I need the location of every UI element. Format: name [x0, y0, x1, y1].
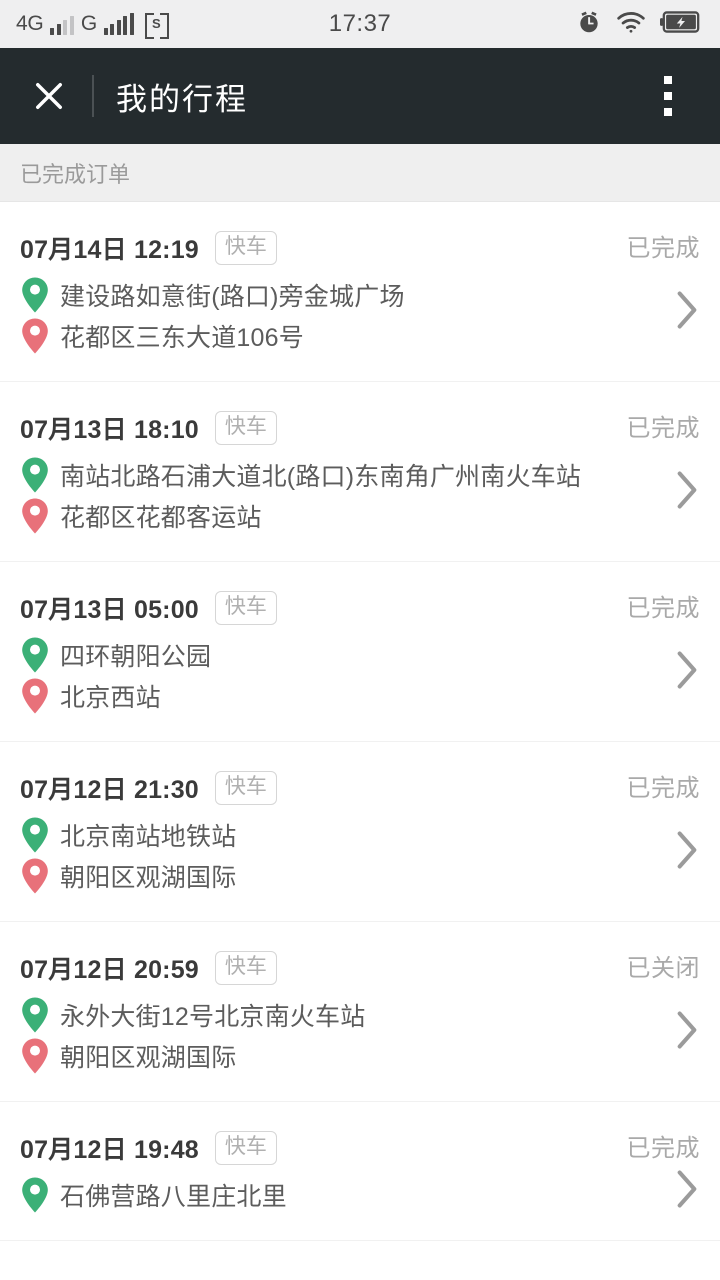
chevron-right-icon[interactable]: [674, 1167, 700, 1211]
wifi-icon: [616, 10, 646, 39]
close-icon: [36, 83, 62, 109]
close-button[interactable]: [22, 69, 76, 123]
trip-row-2[interactable]: 07月13日 05:00 快车 已完成 四环朝阳公园 北京西站: [0, 562, 720, 742]
chevron-right-icon[interactable]: [674, 648, 700, 692]
status-badge: 已完成: [626, 595, 700, 622]
origin-pin-icon: [22, 997, 48, 1033]
section-header-label: 已完成订单: [20, 161, 131, 187]
trip-destination: 花都区三东大道106号: [20, 317, 700, 355]
status-badge: 已完成: [626, 1135, 700, 1162]
trip-row-header: 07月12日 20:59 快车: [20, 950, 700, 986]
status-bar-right: [576, 0, 702, 48]
trip-origin: 石佛营路八里庄北里: [20, 1176, 700, 1214]
trip-origin: 四环朝阳公园: [20, 636, 700, 674]
alarm-clock-icon: [576, 9, 602, 40]
trip-datetime: 07月13日 05:00: [20, 596, 199, 624]
trip-service-tag: 快车: [214, 231, 277, 265]
trip-service-tag: 快车: [214, 771, 277, 805]
trip-origin: 北京南站地铁站: [20, 816, 700, 854]
origin-pin-icon: [22, 637, 48, 673]
trip-datetime: 07月12日 21:30: [20, 776, 199, 804]
app-root: 4G G S 17:37 我的行程 已完成订单 07月14日 12:19 快车 …: [0, 0, 720, 1280]
status-badge: 已完成: [626, 235, 700, 262]
destination-pin-icon: [22, 858, 48, 894]
chevron-right-icon[interactable]: [674, 1008, 700, 1052]
destination-pin-icon: [22, 1038, 48, 1074]
trip-row-5[interactable]: 07月12日 19:48 快车 已完成 石佛营路八里庄北里: [0, 1102, 720, 1241]
trip-row-header: 07月12日 19:48 快车: [20, 1130, 700, 1166]
trip-origin: 南站北路石浦大道北(路口)东南角广州南火车站: [20, 456, 700, 494]
trip-row-4[interactable]: 07月12日 20:59 快车 已关闭 永外大街12号北京南火车站 朝阳区观湖国…: [0, 922, 720, 1102]
trip-destination: 花都区花都客运站: [20, 497, 700, 535]
trip-destination: 朝阳区观湖国际: [20, 857, 700, 895]
trip-row-0[interactable]: 07月14日 12:19 快车 已完成 建设路如意街(路口)旁金城广场 花都区三…: [0, 202, 720, 382]
origin-pin-icon: [22, 817, 48, 853]
overflow-menu-button[interactable]: [654, 48, 682, 144]
chevron-right-icon[interactable]: [674, 288, 700, 332]
chevron-right-icon[interactable]: [674, 828, 700, 872]
origin-address: 永外大街12号北京南火车站: [60, 1003, 366, 1031]
overflow-menu-icon-dot-2: [664, 92, 672, 100]
trip-service-tag: 快车: [214, 1131, 277, 1165]
trip-service-tag: 快车: [214, 591, 277, 625]
origin-address: 四环朝阳公园: [60, 643, 212, 671]
trip-datetime: 07月14日 12:19: [20, 236, 199, 264]
trip-row-3[interactable]: 07月12日 21:30 快车 已完成 北京南站地铁站 朝阳区观湖国际: [0, 742, 720, 922]
trip-destination: 朝阳区观湖国际: [20, 1037, 700, 1075]
destination-address: 花都区花都客运站: [60, 504, 262, 532]
trip-list: 07月14日 12:19 快车 已完成 建设路如意街(路口)旁金城广场 花都区三…: [0, 202, 720, 1241]
trip-row-header: 07月14日 12:19 快车: [20, 230, 700, 266]
trip-datetime: 07月13日 18:10: [20, 416, 199, 444]
trip-service-tag: 快车: [214, 411, 277, 445]
overflow-menu-icon-dot-3: [664, 108, 672, 116]
destination-pin-icon: [22, 498, 48, 534]
origin-pin-icon: [22, 1177, 48, 1213]
app-header: 我的行程: [0, 48, 720, 144]
trip-origin: 建设路如意街(路口)旁金城广场: [20, 276, 700, 314]
origin-address: 石佛营路八里庄北里: [60, 1183, 287, 1211]
destination-address: 北京西站: [60, 684, 161, 712]
trip-datetime: 07月12日 20:59: [20, 956, 199, 984]
origin-pin-icon: [22, 277, 48, 313]
trip-row-header: 07月13日 05:00 快车: [20, 590, 700, 626]
trip-datetime: 07月12日 19:48: [20, 1136, 199, 1164]
origin-address: 南站北路石浦大道北(路口)东南角广州南火车站: [60, 463, 582, 491]
trip-service-tag: 快车: [214, 951, 277, 985]
status-badge: 已完成: [626, 775, 700, 802]
status-badge: 已关闭: [626, 955, 700, 982]
battery-charging-icon: [660, 10, 702, 39]
chevron-right-icon[interactable]: [674, 468, 700, 512]
destination-address: 花都区三东大道106号: [60, 324, 304, 352]
trip-destination: 北京西站: [20, 677, 700, 715]
trip-origin: 永外大街12号北京南火车站: [20, 996, 700, 1034]
destination-address: 朝阳区观湖国际: [60, 864, 237, 892]
overflow-menu-icon-dot-1: [664, 76, 672, 84]
destination-pin-icon: [22, 678, 48, 714]
section-header-completed-orders: 已完成订单: [0, 144, 720, 202]
trip-row-header: 07月12日 21:30 快车: [20, 770, 700, 806]
origin-pin-icon: [22, 457, 48, 493]
status-badge: 已完成: [626, 415, 700, 442]
header-divider: [92, 75, 94, 117]
trip-row-header: 07月13日 18:10 快车: [20, 410, 700, 446]
destination-pin-icon: [22, 318, 48, 354]
page-title: 我的行程: [116, 81, 248, 117]
origin-address: 建设路如意街(路口)旁金城广场: [60, 283, 405, 311]
trip-row-1[interactable]: 07月13日 18:10 快车 已完成 南站北路石浦大道北(路口)东南角广州南火…: [0, 382, 720, 562]
destination-address: 朝阳区观湖国际: [60, 1044, 237, 1072]
status-bar: 4G G S 17:37: [0, 0, 720, 48]
origin-address: 北京南站地铁站: [60, 823, 237, 851]
